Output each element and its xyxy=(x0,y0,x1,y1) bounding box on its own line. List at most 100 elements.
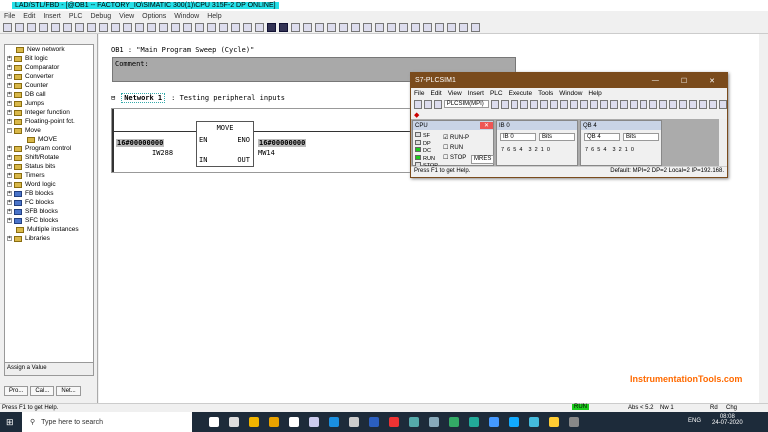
checkbox[interactable]: ☐ xyxy=(443,155,450,161)
expand-icon[interactable]: + xyxy=(7,236,12,241)
taskbar-app-icon[interactable] xyxy=(329,417,339,427)
tree-item-new-network[interactable]: New network xyxy=(5,45,93,54)
taskbar-app-icon[interactable] xyxy=(389,417,399,427)
menu-insert[interactable]: Insert xyxy=(43,13,61,20)
toolbar-button[interactable] xyxy=(327,22,336,32)
tree-item-word-logic[interactable]: + Word logic xyxy=(5,180,93,189)
move-block[interactable]: MOVE EN ENO IN OUT xyxy=(196,121,254,167)
maximize-button[interactable]: ☐ xyxy=(681,77,687,85)
expand-icon[interactable]: + xyxy=(7,146,12,151)
toolbar-button[interactable] xyxy=(123,22,132,32)
toolbar-button[interactable] xyxy=(147,22,156,32)
catalog-tree[interactable]: New network + Bit logic + Comparator + Convert… xyxy=(4,44,94,364)
plcsim-toolbar-button[interactable] xyxy=(550,99,559,109)
toolbar-button[interactable] xyxy=(159,22,168,32)
red-tool-icon[interactable]: ◆ xyxy=(414,111,419,119)
mode-stop[interactable]: ☐ STOP xyxy=(443,153,469,163)
taskbar-app-icon[interactable] xyxy=(529,417,539,427)
toolbar-button[interactable] xyxy=(3,22,12,32)
plcsim-toolbar-button[interactable] xyxy=(619,99,628,109)
toolbar-button[interactable] xyxy=(207,22,216,32)
plcsim-menu-help[interactable]: Help xyxy=(588,90,601,97)
plcsim-menu-execute[interactable]: Execute xyxy=(509,90,533,97)
tree-item-move[interactable]: MOVE xyxy=(5,135,93,144)
toolbar-button[interactable] xyxy=(231,22,240,32)
checkbox[interactable]: ☐ xyxy=(443,145,450,151)
expand-icon[interactable]: + xyxy=(7,101,12,106)
menu-plc[interactable]: PLC xyxy=(69,13,83,20)
minimize-button[interactable]: — xyxy=(652,77,659,85)
tree-item-multiple-instances[interactable]: Multiple instances xyxy=(5,225,93,234)
toolbar-button[interactable] xyxy=(339,22,348,32)
network-title[interactable]: : Testing peripheral inputs xyxy=(171,94,285,102)
tree-item-move[interactable]: − Move xyxy=(5,126,93,135)
expand-icon[interactable]: + xyxy=(7,110,12,115)
toolbar-button[interactable] xyxy=(447,22,456,32)
expand-icon[interactable]: + xyxy=(7,173,12,178)
tree-item-status-bits[interactable]: + Status bits xyxy=(5,162,93,171)
toolbar-button[interactable] xyxy=(195,22,204,32)
plcsim-toolbar-button[interactable] xyxy=(699,99,707,109)
toolbar-button[interactable] xyxy=(267,22,276,32)
tree-item-counter[interactable]: + Counter xyxy=(5,81,93,90)
toolbar-button[interactable] xyxy=(135,22,144,32)
plcsim-toolbar-button[interactable] xyxy=(709,99,717,109)
plcsim-menu-view[interactable]: View xyxy=(448,90,462,97)
network-label[interactable]: Network 1 xyxy=(121,93,166,103)
save-icon[interactable] xyxy=(433,99,442,109)
toolbar-button[interactable] xyxy=(375,22,384,32)
tree-item-libraries[interactable]: + Libraries xyxy=(5,234,93,243)
plcsim-menu-file[interactable]: File xyxy=(414,90,424,97)
collapse-icon[interactable]: ⊟ xyxy=(111,94,115,102)
toolbar-button[interactable] xyxy=(27,22,36,32)
plcsim-toolbar-button[interactable] xyxy=(689,99,698,109)
menu-debug[interactable]: Debug xyxy=(90,13,111,20)
close-button[interactable]: ✕ xyxy=(709,77,715,85)
toolbar-button[interactable] xyxy=(171,22,180,32)
tree-item-timers[interactable]: + Timers xyxy=(5,171,93,180)
connection-select[interactable]: PLCSIM(MPI) xyxy=(443,100,489,108)
taskbar-app-icon[interactable] xyxy=(509,417,519,427)
taskbar-search[interactable]: ⚲ Type here to search xyxy=(22,412,192,432)
expand-icon[interactable]: + xyxy=(7,191,12,196)
mode-run-p[interactable]: ☑ RUN-P xyxy=(443,133,469,143)
toolbar-button[interactable] xyxy=(411,22,420,32)
toolbar-button[interactable] xyxy=(63,22,72,32)
expand-icon[interactable]: + xyxy=(7,164,12,169)
taskbar-app-icon[interactable] xyxy=(229,417,239,427)
plcsim-toolbar-button[interactable] xyxy=(510,99,519,109)
mode-run[interactable]: ☐ RUN xyxy=(443,143,469,153)
taskbar-app-icon[interactable] xyxy=(289,417,299,427)
toolbar-button[interactable] xyxy=(219,22,228,32)
expand-icon[interactable]: + xyxy=(7,65,12,70)
plcsim-toolbar-button[interactable] xyxy=(560,99,569,109)
in-address[interactable]: IW288 xyxy=(152,149,173,157)
tree-item-shift-rotate[interactable]: + Shift/Rotate xyxy=(5,153,93,162)
ib-address-field[interactable]: IB 0 xyxy=(500,133,536,141)
plcsim-scrollbar[interactable] xyxy=(719,119,727,166)
toolbar-button[interactable] xyxy=(15,22,24,32)
tree-item-jumps[interactable]: + Jumps xyxy=(5,99,93,108)
tree-item-bit-logic[interactable]: + Bit logic xyxy=(5,54,93,63)
tree-item-floating-point-fct-[interactable]: + Floating-point fct. xyxy=(5,117,93,126)
tree-item-fc-blocks[interactable]: + FC blocks xyxy=(5,198,93,207)
plcsim-toolbar-button[interactable] xyxy=(580,99,588,109)
toolbar-button[interactable] xyxy=(315,22,324,32)
toolbar-button[interactable] xyxy=(387,22,396,32)
taskbar-app-icon[interactable] xyxy=(369,417,379,427)
toolbar-button[interactable] xyxy=(351,22,360,32)
expand-icon[interactable]: − xyxy=(7,128,12,133)
menu-window[interactable]: Window xyxy=(174,13,199,20)
checkbox[interactable]: ☑ xyxy=(443,135,450,141)
expand-icon[interactable]: + xyxy=(7,209,12,214)
menu-file[interactable]: File xyxy=(4,13,15,20)
plcsim-toolbar-button[interactable] xyxy=(490,99,499,109)
expand-icon[interactable]: + xyxy=(7,155,12,160)
plcsim-toolbar-button[interactable] xyxy=(589,99,598,109)
plcsim-menu-insert[interactable]: Insert xyxy=(468,90,484,97)
taskbar-app-icon[interactable] xyxy=(449,417,459,427)
plcsim-menu-window[interactable]: Window xyxy=(559,90,582,97)
clock[interactable]: 08:08 24-07-2020 xyxy=(712,414,743,426)
menu-view[interactable]: View xyxy=(119,13,134,20)
taskbar-app-icon[interactable] xyxy=(309,417,319,427)
